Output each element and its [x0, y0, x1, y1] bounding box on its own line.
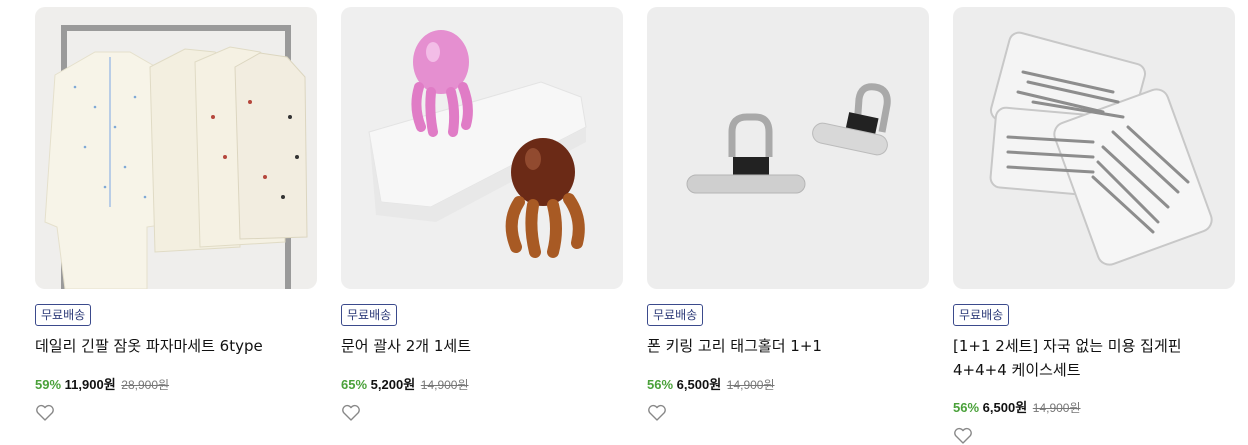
discount-rate: 56% — [647, 377, 674, 392]
original-price: 14,900원 — [420, 378, 469, 392]
heart-outline-icon[interactable] — [35, 404, 55, 422]
product-title[interactable]: 문어 괄사 2개 1세트 — [341, 334, 623, 358]
product-image-pajama[interactable] — [35, 7, 317, 289]
product-grid: 무료배송 데일리 긴팔 잠옷 파자마세트 6type 59% 11,900원 2… — [35, 7, 1235, 444]
original-price: 14,900원 — [726, 378, 775, 392]
product-title[interactable]: [1+1 2세트] 자국 없는 미용 집게핀 4+4+4 케이스세트 — [953, 334, 1235, 382]
product-image-octopus-gua-sha[interactable] — [341, 7, 623, 289]
product-card[interactable]: 무료배송 [1+1 2세트] 자국 없는 미용 집게핀 4+4+4 케이스세트 … — [953, 7, 1235, 444]
sale-price: 11,900원 — [64, 377, 116, 392]
sale-price: 5,200원 — [370, 377, 416, 392]
price-row: 56% 6,500원 14,900원 — [647, 374, 775, 393]
free-shipping-badge: 무료배송 — [647, 304, 704, 326]
product-title[interactable]: 데일리 긴팔 잠옷 파자마세트 6type — [35, 334, 317, 358]
price-row: 56% 6,500원 14,900원 — [953, 397, 1081, 416]
product-image-phone-tag-holder[interactable] — [647, 7, 929, 289]
sale-price: 6,500원 — [676, 377, 722, 392]
free-shipping-badge: 무료배송 — [35, 304, 92, 326]
discount-rate: 65% — [341, 377, 368, 392]
price-row: 65% 5,200원 14,900원 — [341, 374, 469, 393]
heart-outline-icon[interactable] — [647, 404, 667, 422]
free-shipping-badge: 무료배송 — [953, 304, 1010, 326]
product-title[interactable]: 폰 키링 고리 태그홀더 1+1 — [647, 334, 929, 358]
heart-outline-icon[interactable] — [953, 427, 973, 445]
product-card[interactable]: 무료배송 폰 키링 고리 태그홀더 1+1 56% 6,500원 14,900원 — [647, 7, 929, 421]
discount-rate: 59% — [35, 377, 62, 392]
product-image-hair-clip-case[interactable] — [953, 7, 1235, 289]
product-card[interactable]: 무료배송 데일리 긴팔 잠옷 파자마세트 6type 59% 11,900원 2… — [35, 7, 317, 421]
heart-outline-icon[interactable] — [341, 404, 361, 422]
price-row: 59% 11,900원 28,900원 — [35, 374, 169, 393]
sale-price: 6,500원 — [982, 400, 1028, 415]
original-price: 28,900원 — [121, 378, 170, 392]
product-card[interactable]: 무료배송 문어 괄사 2개 1세트 65% 5,200원 14,900원 — [341, 7, 623, 421]
original-price: 14,900원 — [1032, 401, 1081, 415]
discount-rate: 56% — [953, 400, 980, 415]
free-shipping-badge: 무료배송 — [341, 304, 398, 326]
